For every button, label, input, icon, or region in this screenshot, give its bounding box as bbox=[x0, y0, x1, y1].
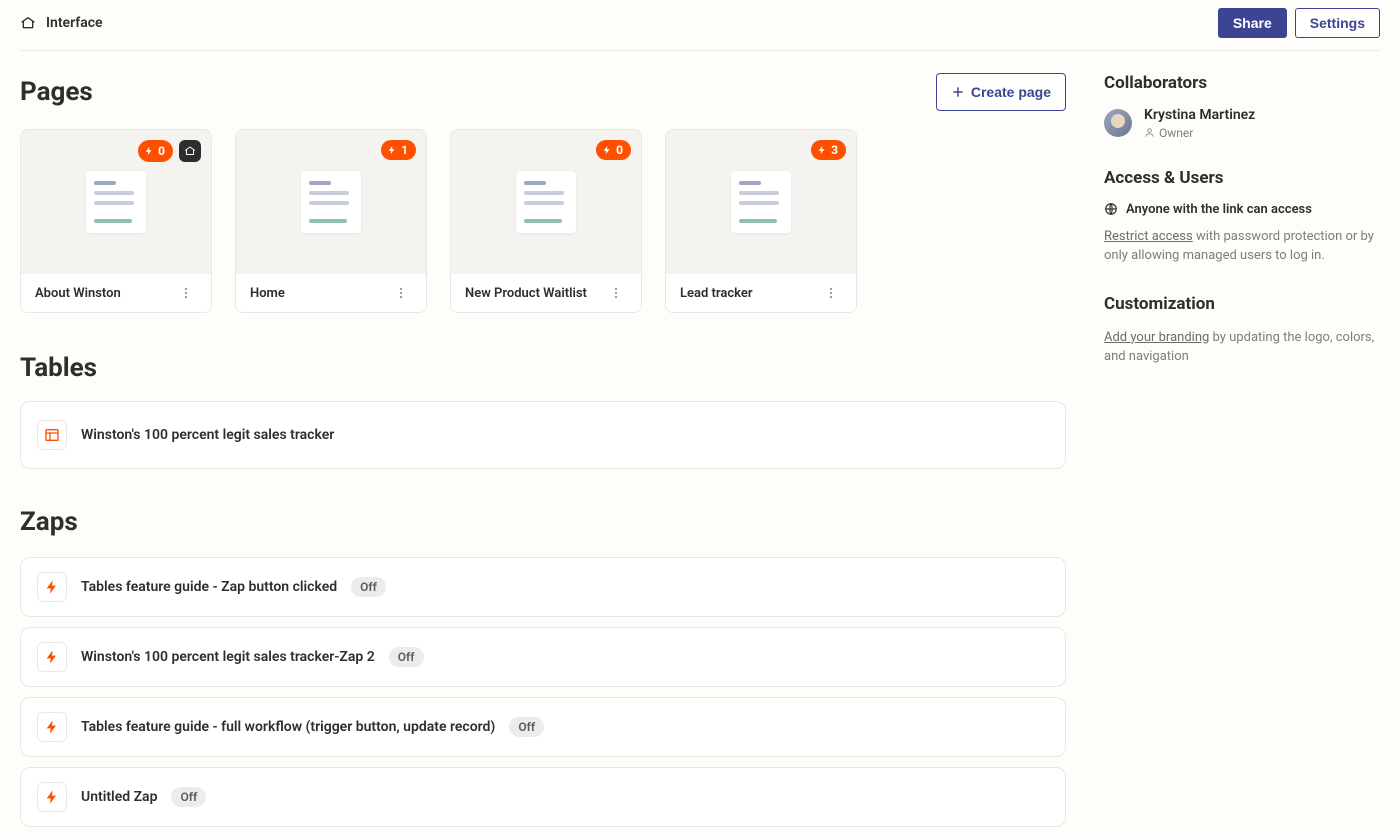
customization-description: Add your branding by updating the logo, … bbox=[1104, 328, 1380, 367]
doc-thumbnail bbox=[86, 171, 146, 233]
page-preview: 1 bbox=[236, 130, 426, 274]
page-title-block: Interface bbox=[20, 15, 103, 31]
page-card[interactable]: 0 New Product Waitlist bbox=[450, 129, 642, 313]
doc-thumbnail bbox=[516, 171, 576, 233]
zap-row[interactable]: Winston's 100 percent legit sales tracke… bbox=[20, 627, 1066, 687]
doc-thumbnail bbox=[301, 171, 361, 233]
interface-icon bbox=[20, 15, 36, 31]
zap-title: Untitled Zap bbox=[81, 789, 157, 805]
zap-row[interactable]: Tables feature guide - Zap button clicke… bbox=[20, 557, 1066, 617]
doc-thumbnail bbox=[731, 171, 791, 233]
settings-button[interactable]: Settings bbox=[1295, 8, 1380, 38]
collaborator-name: Krystina Martinez bbox=[1144, 107, 1255, 124]
zap-icon bbox=[37, 712, 67, 742]
zap-row[interactable]: Untitled Zap Off bbox=[20, 767, 1066, 827]
zap-status: Off bbox=[351, 577, 386, 597]
collaborators-heading: Collaborators bbox=[1104, 73, 1380, 93]
more-menu-button[interactable] bbox=[390, 284, 412, 302]
more-menu-button[interactable] bbox=[605, 284, 627, 302]
page-card-title: Home bbox=[250, 286, 285, 301]
zap-icon bbox=[37, 782, 67, 812]
collaborator-role: Owner bbox=[1144, 126, 1255, 140]
page-card-title: Lead tracker bbox=[680, 286, 753, 301]
header-bar: Interface Share Settings bbox=[20, 0, 1380, 51]
table-row[interactable]: Winston's 100 percent legit sales tracke… bbox=[20, 401, 1066, 469]
restrict-access-link[interactable]: Restrict access bbox=[1104, 229, 1193, 244]
zap-title: Tables feature guide - full workflow (tr… bbox=[81, 719, 495, 735]
collaborator-row: Krystina Martinez Owner bbox=[1104, 107, 1380, 140]
page-card[interactable]: 0 About Winston bbox=[20, 129, 212, 313]
page-card[interactable]: 1 Home bbox=[235, 129, 427, 313]
zap-icon bbox=[37, 642, 67, 672]
zap-count-badge: 0 bbox=[138, 140, 173, 162]
zap-status: Off bbox=[171, 787, 206, 807]
zap-count-badge: 1 bbox=[381, 140, 416, 160]
more-menu-button[interactable] bbox=[820, 284, 842, 302]
zap-status: Off bbox=[389, 647, 424, 667]
zap-row[interactable]: Tables feature guide - full workflow (tr… bbox=[20, 697, 1066, 757]
page-preview: 0 bbox=[451, 130, 641, 274]
pages-heading: Pages bbox=[20, 77, 93, 107]
avatar bbox=[1104, 109, 1132, 137]
table-icon bbox=[37, 420, 67, 450]
page-preview: 0 bbox=[21, 130, 211, 274]
page-card-title: New Product Waitlist bbox=[465, 286, 587, 301]
zap-status: Off bbox=[509, 717, 544, 737]
zap-title: Tables feature guide - Zap button clicke… bbox=[81, 579, 337, 595]
page-card-title: About Winston bbox=[35, 286, 121, 301]
table-title: Winston's 100 percent legit sales tracke… bbox=[81, 427, 334, 443]
zap-count-badge: 3 bbox=[811, 140, 846, 160]
person-icon bbox=[1144, 127, 1155, 138]
create-page-button[interactable]: Create page bbox=[936, 73, 1066, 111]
access-heading: Access & Users bbox=[1104, 168, 1380, 188]
zap-title: Winston's 100 percent legit sales tracke… bbox=[81, 649, 375, 665]
access-description: Restrict access with password protection… bbox=[1104, 227, 1380, 266]
zaps-heading: Zaps bbox=[20, 507, 1066, 537]
tables-heading: Tables bbox=[20, 353, 1066, 383]
page-title: Interface bbox=[46, 15, 103, 31]
page-preview: 3 bbox=[666, 130, 856, 274]
home-badge bbox=[179, 140, 201, 162]
access-status: Anyone with the link can access bbox=[1104, 202, 1380, 217]
globe-icon bbox=[1104, 202, 1118, 216]
add-branding-link[interactable]: Add your branding bbox=[1104, 330, 1209, 345]
zap-count-badge: 0 bbox=[596, 140, 631, 160]
more-menu-button[interactable] bbox=[175, 284, 197, 302]
zap-icon bbox=[37, 572, 67, 602]
share-button[interactable]: Share bbox=[1218, 8, 1287, 38]
page-card[interactable]: 3 Lead tracker bbox=[665, 129, 857, 313]
create-page-label: Create page bbox=[971, 82, 1051, 102]
customization-heading: Customization bbox=[1104, 294, 1380, 314]
plus-icon bbox=[951, 85, 965, 99]
